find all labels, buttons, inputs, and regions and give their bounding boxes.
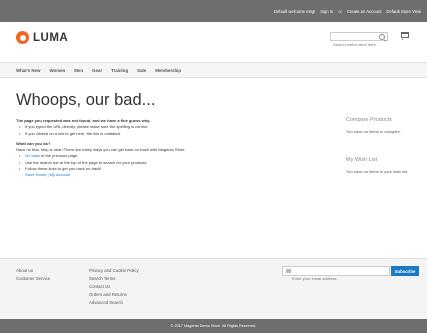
error-content: The page you requested was not found, an… (16, 118, 321, 179)
footer-link-orders-returns[interactable]: Orders and Returns (89, 292, 127, 297)
compare-empty-text: You have no items to compare. (346, 129, 401, 134)
go-back-text: to the previous page. (39, 153, 79, 159)
store-switcher[interactable]: Default Store View (386, 9, 421, 14)
search-input[interactable] (331, 41, 377, 48)
wishlist-empty-text: You have no items in your wish list. (346, 169, 409, 174)
create-account-link[interactable]: Create an Account (347, 9, 381, 14)
envelope-icon (286, 269, 291, 273)
wishlist-block: My Wish List You have no items in your w… (346, 157, 426, 174)
nav-item-sale[interactable]: Sale (137, 68, 146, 73)
link-separator: | (47, 172, 49, 178)
main-navigation: What's New Women Men Gear Training Sale … (0, 62, 427, 78)
go-back-link[interactable]: Go back (25, 153, 40, 158)
newsletter-email-input[interactable] (283, 274, 387, 283)
footer-link-about-us[interactable]: About us (16, 268, 33, 273)
logo-text: LUMA (33, 31, 69, 44)
luma-logo-icon (16, 31, 29, 44)
footer-link-customer-service[interactable]: Customer Service (16, 276, 50, 281)
nav-item-gear[interactable]: Gear (92, 68, 102, 73)
or-text: or (338, 8, 342, 14)
list-item: If you clicked on a link to get here, th… (19, 131, 321, 138)
footer-links-col1: About us Customer Service (16, 267, 50, 283)
nav-item-men[interactable]: Men (74, 68, 83, 73)
logo[interactable]: LUMA (16, 31, 68, 44)
cart-icon[interactable] (401, 32, 409, 40)
actions-list: Go back to the previous page. Use the se… (16, 153, 321, 178)
footer-link-contact-us[interactable]: Contact Us (89, 284, 110, 289)
footer-links-col2: Privacy and Cookie Policy Search Terms C… (89, 267, 139, 307)
footer: About us Customer Service Privacy and Co… (0, 258, 427, 319)
copyright: © 2017 Magento Demo Store. All Rights Re… (0, 319, 427, 333)
compare-title: Compare Products (346, 117, 392, 123)
footer-link-privacy[interactable]: Privacy and Cookie Policy (89, 268, 139, 273)
footer-link-advanced-search[interactable]: Advanced Search (89, 300, 123, 305)
newsletter-field[interactable] (282, 266, 390, 283)
store-home-link[interactable]: Store Home (25, 172, 46, 177)
top-bar: Default welcome msg! Sign In or Create a… (0, 0, 427, 22)
page-title: Whoops, our bad... (16, 91, 156, 109)
search-box[interactable] (330, 32, 388, 48)
subscribe-button[interactable]: Subscribe (391, 266, 419, 276)
nav-item-membership[interactable]: Membership (155, 68, 181, 73)
wishlist-title: My Wish List (346, 157, 378, 163)
nav-item-whats-new[interactable]: What's New (16, 68, 40, 73)
list-item: Follow these links to get you back on tr… (19, 166, 321, 179)
nav-item-training[interactable]: Training (111, 68, 128, 73)
reasons-list: If you typed the URL directly, please ma… (16, 124, 321, 137)
sign-in-link[interactable]: Sign In (320, 9, 333, 14)
search-icon[interactable] (379, 34, 385, 40)
follow-links-text: Follow these links to get you back on tr… (25, 166, 102, 172)
welcome-message: Default welcome msg! (273, 8, 316, 14)
footer-link-search-terms[interactable]: Search Terms (89, 276, 115, 281)
my-account-link[interactable]: My Account (50, 172, 71, 177)
compare-products-block: Compare Products You have no items to co… (346, 117, 426, 134)
nav-item-women[interactable]: Women (49, 68, 65, 73)
header-links: Default welcome msg! Sign In or Create a… (274, 0, 421, 22)
